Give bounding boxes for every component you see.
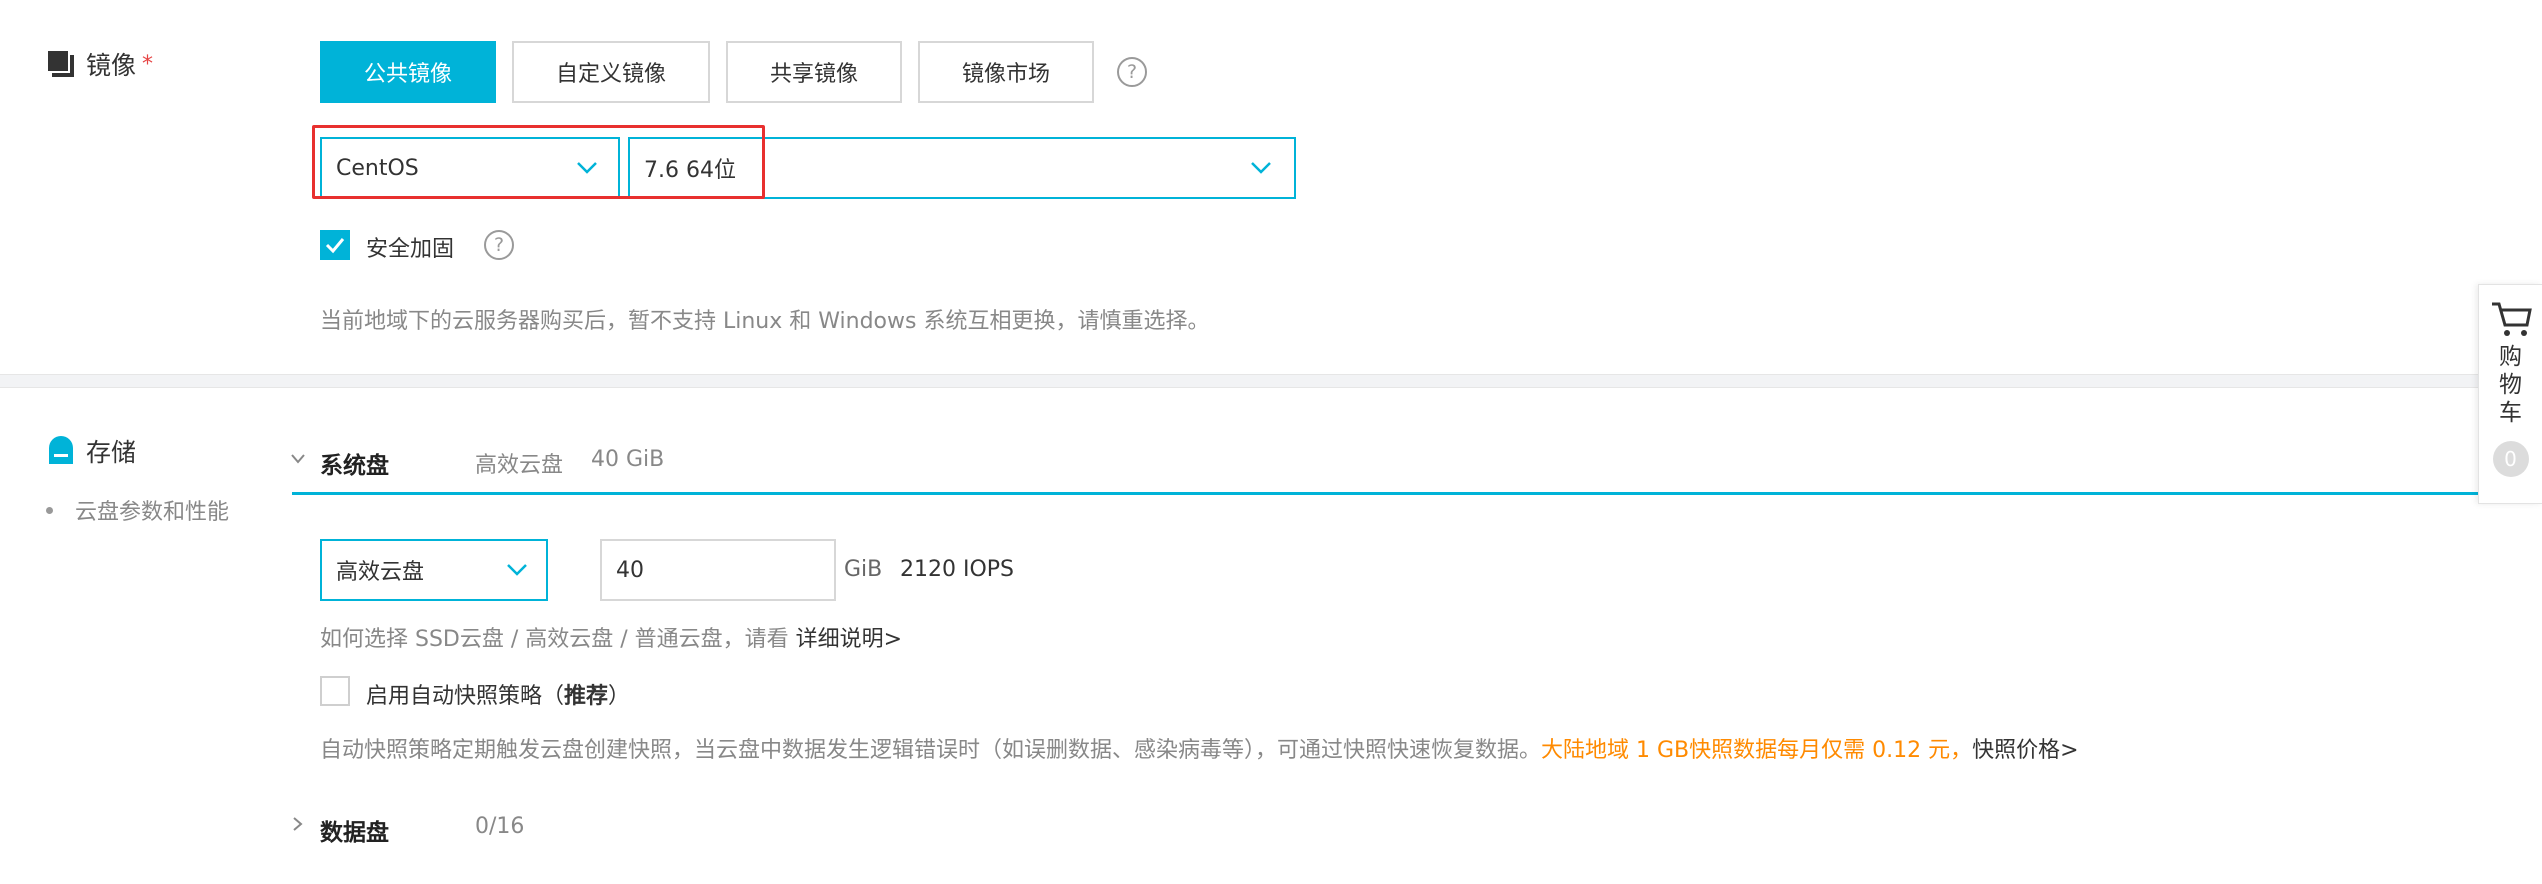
system-disk-label[interactable]: 系统盘: [320, 446, 389, 480]
snapshot-promo: 大陆地域 1 GB快照数据每月仅需 0.12 元，: [1541, 738, 1973, 763]
tab-public-image-label: 公共镜像: [363, 62, 452, 87]
disk-type-select[interactable]: 高效云盘: [320, 539, 548, 601]
security-hardening-checkbox[interactable]: [320, 230, 350, 260]
security-help-icon[interactable]: ?: [484, 230, 514, 260]
tab-shared-image[interactable]: 共享镜像: [726, 41, 902, 103]
disk-size-unit: GiB: [844, 557, 883, 582]
tab-image-market[interactable]: 镜像市场: [918, 41, 1094, 103]
disk-size-input[interactable]: 40: [600, 539, 836, 601]
os-select-value: CentOS: [336, 155, 419, 181]
cart-count-badge: 0: [2492, 441, 2529, 477]
tab-image-market-label: 镜像市场: [961, 62, 1050, 87]
system-disk-summary-size: 40 GiB: [591, 447, 665, 472]
disk-choice-help-text: 如何选择 SSD云盘 / 高效云盘 / 普通云盘，请看: [320, 627, 789, 652]
system-disk-summary-type: 高效云盘: [475, 453, 564, 478]
section-divider: [0, 374, 2542, 388]
chevron-right-icon[interactable]: [292, 816, 304, 832]
tab-custom-image[interactable]: 自定义镜像: [512, 41, 710, 103]
auto-snapshot-recommend: 推荐: [564, 684, 609, 709]
cart-label: 购物车: [2499, 344, 2522, 426]
chevron-down-icon[interactable]: [290, 453, 306, 465]
tab-shared-image-label: 共享镜像: [769, 62, 858, 87]
disk-choice-help: 如何选择 SSD云盘 / 高效云盘 / 普通云盘，请看 详细说明>: [320, 621, 902, 653]
system-disk-underline: [292, 492, 2478, 495]
storage-section-label: 存储: [86, 438, 137, 467]
auto-snapshot-label-suffix: ）: [608, 684, 631, 709]
disk-params-link-label: 云盘参数和性能: [75, 500, 230, 525]
security-help-glyph: ?: [493, 234, 505, 256]
disk-size-value: 40: [616, 557, 644, 583]
disk-type-value: 高效云盘: [336, 560, 425, 585]
shopping-cart-widget[interactable]: 购物车 0: [2478, 284, 2542, 504]
security-hardening-label: 安全加固: [366, 237, 455, 262]
disk-iops: 2120 IOPS: [900, 557, 1015, 582]
data-disk-count: 0/16: [475, 814, 525, 839]
snapshot-price-link[interactable]: 快照价格>: [1972, 738, 2078, 763]
image-section-title: 镜像 *: [46, 46, 153, 82]
auto-snapshot-label-prefix: 启用自动快照策略（: [366, 684, 565, 709]
auto-snapshot-checkbox[interactable]: [320, 676, 350, 706]
image-section-label: 镜像: [86, 51, 137, 80]
disk-params-link[interactable]: 云盘参数和性能: [46, 494, 229, 526]
version-select-value: 7.6 64位: [644, 158, 736, 183]
checkmark-icon: [325, 238, 345, 254]
required-mark: *: [142, 51, 154, 77]
data-disk-label[interactable]: 数据盘: [320, 813, 389, 847]
chevron-down-icon: [507, 564, 527, 576]
cart-icon: [2491, 302, 2532, 336]
chevron-down-icon: [577, 162, 597, 174]
os-select[interactable]: CentOS: [320, 137, 620, 199]
storage-section-title: 存储: [46, 433, 136, 469]
snapshot-desc-text: 自动快照策略定期触发云盘创建快照，当云盘中数据发生逻辑错误时（如误删数据、感染病…: [320, 738, 1542, 763]
image-help-glyph: ?: [1126, 61, 1138, 83]
snapshot-description: 自动快照策略定期触发云盘创建快照，当云盘中数据发生逻辑错误时（如误删数据、感染病…: [320, 732, 2079, 764]
tab-custom-image-label: 自定义镜像: [555, 62, 666, 87]
chevron-down-icon: [1251, 162, 1271, 174]
version-select[interactable]: 7.6 64位: [628, 137, 1296, 199]
ecs-purchase-page: 镜像 * 公共镜像 自定义镜像 共享镜像 镜像市场 ? CentOS 7.6 6…: [0, 0, 2542, 884]
tab-public-image[interactable]: 公共镜像: [320, 41, 496, 103]
disk-detail-link[interactable]: 详细说明>: [796, 627, 902, 652]
database-icon: [49, 436, 73, 464]
image-help-icon[interactable]: ?: [1117, 57, 1147, 87]
bullet-dot-icon: [46, 506, 53, 514]
image-stack-icon: [48, 51, 74, 77]
auto-snapshot-label: 启用自动快照策略（推荐）: [366, 678, 630, 710]
image-change-note: 当前地域下的云服务器购买后，暂不支持 Linux 和 Windows 系统互相更…: [320, 309, 1210, 334]
